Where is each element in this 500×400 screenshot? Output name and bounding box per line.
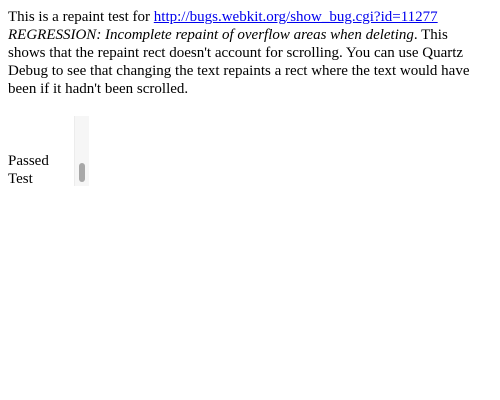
result-text-line2: Test [8,171,33,187]
test-description: This is a repaint test for http://bugs.w… [8,8,478,98]
intro-text: This is a repaint test for [8,9,154,25]
scroll-content: Passed Test [8,152,68,188]
vertical-scrollbar[interactable] [74,116,89,186]
scrollbar-thumb[interactable] [79,163,85,182]
overflow-scroll-box[interactable]: Passed Test [8,116,89,188]
page-content: This is a repaint test for http://bugs.w… [0,0,500,188]
bug-title: REGRESSION: Incomplete repaint of overfl… [8,27,414,43]
bug-link[interactable]: http://bugs.webkit.org/show_bug.cgi?id=1… [154,9,438,25]
result-text-line1: Passed [8,153,49,169]
